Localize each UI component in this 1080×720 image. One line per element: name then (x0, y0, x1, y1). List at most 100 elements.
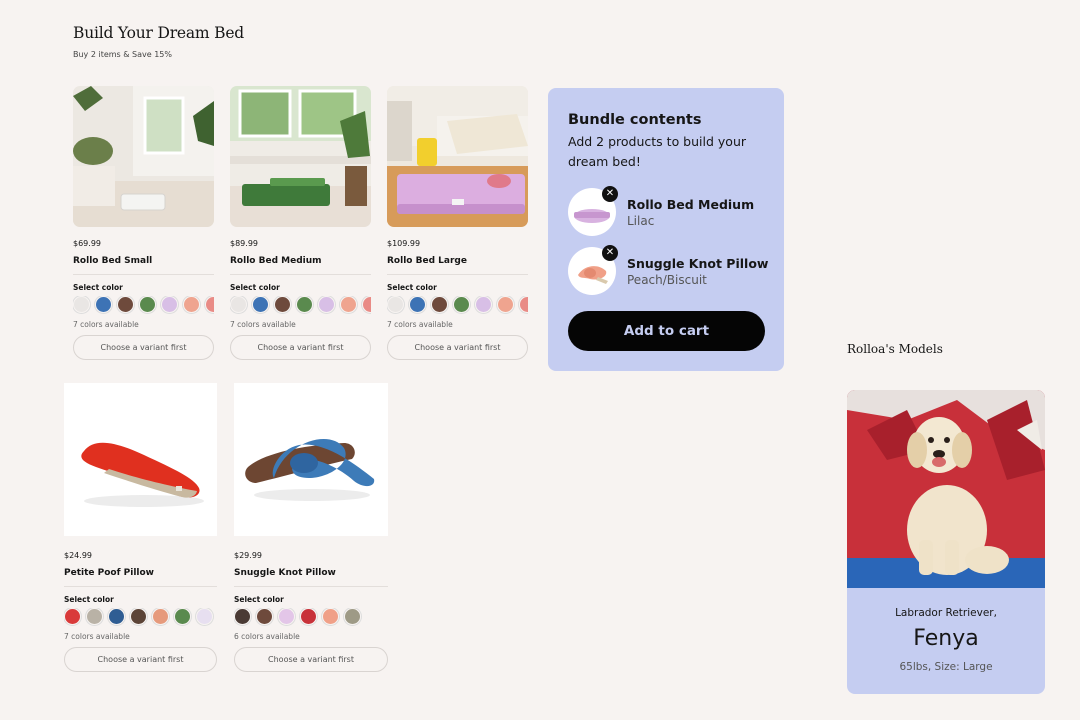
divider (387, 274, 528, 275)
color-swatch[interactable] (278, 608, 295, 625)
color-swatch[interactable] (362, 296, 371, 313)
select-color-label: Select color (234, 595, 284, 604)
color-swatch[interactable] (274, 296, 291, 313)
color-swatch[interactable] (230, 296, 247, 313)
product-price: $89.99 (230, 239, 258, 248)
colors-available: 7 colors available (387, 320, 453, 329)
model-breed: Labrador Retriever, (895, 607, 997, 619)
divider (64, 586, 217, 587)
page-subtitle: Buy 2 items & Save 15% (73, 50, 172, 59)
choose-variant-button[interactable]: Choose a variant first (64, 647, 217, 672)
color-swatches (64, 608, 217, 626)
color-swatch[interactable] (387, 296, 404, 313)
product-name: Snuggle Knot Pillow (234, 568, 336, 578)
product-name: Rollo Bed Small (73, 256, 153, 266)
color-swatch[interactable] (161, 296, 178, 313)
product-image[interactable] (73, 86, 214, 227)
color-swatch[interactable] (519, 296, 528, 313)
product-card-rollo-bed-small: $69.99 Rollo Bed Small Select color 7 co… (73, 86, 214, 360)
colors-available: 7 colors available (230, 320, 296, 329)
color-swatch[interactable] (318, 296, 335, 313)
color-swatch[interactable] (117, 296, 134, 313)
bundle-item-thumbnail: ✕ (568, 186, 618, 236)
choose-variant-button[interactable]: Choose a variant first (387, 335, 528, 360)
color-swatches (234, 608, 388, 626)
models-title: Rolloa's Models (847, 342, 943, 356)
color-swatch[interactable] (409, 296, 426, 313)
color-swatch[interactable] (130, 608, 147, 625)
select-color-label: Select color (387, 283, 437, 292)
color-swatch[interactable] (453, 296, 470, 313)
color-swatch[interactable] (183, 296, 200, 313)
product-price: $24.99 (64, 551, 92, 560)
color-swatch[interactable] (196, 608, 213, 625)
product-card-snuggle-knot-pillow: $29.99 Snuggle Knot Pillow Select color … (234, 383, 388, 672)
add-to-cart-button[interactable]: Add to cart (568, 311, 765, 351)
choose-variant-button[interactable]: Choose a variant first (230, 335, 371, 360)
color-swatch[interactable] (73, 296, 90, 313)
color-swatch[interactable] (205, 296, 214, 313)
remove-item-icon[interactable]: ✕ (602, 245, 618, 261)
product-card-rollo-bed-medium: $89.99 Rollo Bed Medium Select color 7 c… (230, 86, 371, 360)
color-swatch[interactable] (256, 608, 273, 625)
bundle-item-variant: Lilac (627, 213, 655, 228)
product-card-petite-poof-pillow: $24.99 Petite Poof Pillow Select color 7… (64, 383, 217, 672)
color-swatch[interactable] (296, 296, 313, 313)
color-swatch[interactable] (108, 608, 125, 625)
product-image[interactable] (230, 86, 371, 227)
bundle-item-variant: Peach/Biscuit (627, 272, 707, 287)
model-name: Fenya (913, 626, 979, 651)
product-price: $29.99 (234, 551, 262, 560)
color-swatch[interactable] (322, 608, 339, 625)
color-swatches (387, 296, 528, 314)
product-image[interactable] (387, 86, 528, 227)
color-swatch[interactable] (139, 296, 156, 313)
product-name: Rollo Bed Large (387, 256, 467, 266)
model-photo (847, 390, 1045, 588)
remove-item-icon[interactable]: ✕ (602, 186, 618, 202)
choose-variant-button[interactable]: Choose a variant first (73, 335, 214, 360)
bundle-item-thumbnail: ✕ (568, 245, 618, 295)
divider (230, 274, 371, 275)
product-card-rollo-bed-large: $109.99 Rollo Bed Large Select color 7 c… (387, 86, 528, 360)
color-swatch[interactable] (497, 296, 514, 313)
bundle-description: Add 2 products to build your dream bed! (568, 134, 747, 169)
bundle-title: Bundle contents (568, 112, 702, 128)
color-swatch[interactable] (64, 608, 81, 625)
divider (73, 274, 214, 275)
color-swatch[interactable] (475, 296, 492, 313)
bundle-item: ✕ Rollo Bed Medium Lilac (568, 186, 754, 236)
model-card: Labrador Retriever, Fenya 65lbs, Size: L… (847, 390, 1045, 694)
product-image[interactable] (234, 383, 388, 536)
bundle-item-name: Snuggle Knot Pillow (627, 255, 769, 271)
divider (234, 586, 388, 587)
color-swatch[interactable] (152, 608, 169, 625)
color-swatch[interactable] (252, 296, 269, 313)
product-name: Petite Poof Pillow (64, 568, 154, 578)
select-color-label: Select color (73, 283, 123, 292)
color-swatch[interactable] (344, 608, 361, 625)
product-price: $69.99 (73, 239, 101, 248)
color-swatch[interactable] (174, 608, 191, 625)
colors-available: 7 colors available (64, 632, 130, 641)
color-swatch[interactable] (431, 296, 448, 313)
product-price: $109.99 (387, 239, 421, 248)
colors-available: 6 colors available (234, 632, 300, 641)
color-swatch[interactable] (340, 296, 357, 313)
product-name: Rollo Bed Medium (230, 256, 322, 266)
page-title: Build Your Dream Bed (73, 24, 245, 42)
colors-available: 7 colors available (73, 320, 139, 329)
model-stats: 65lbs, Size: Large (899, 661, 993, 673)
choose-variant-button[interactable]: Choose a variant first (234, 647, 388, 672)
color-swatch[interactable] (95, 296, 112, 313)
bundle-panel: Bundle contents Add 2 products to build … (548, 88, 784, 371)
color-swatches (230, 296, 371, 314)
product-image[interactable] (64, 383, 217, 536)
bundle-item: ✕ Snuggle Knot Pillow Peach/Biscuit (568, 245, 769, 295)
color-swatch[interactable] (86, 608, 103, 625)
color-swatch[interactable] (234, 608, 251, 625)
color-swatch[interactable] (300, 608, 317, 625)
select-color-label: Select color (64, 595, 114, 604)
color-swatches (73, 296, 214, 314)
select-color-label: Select color (230, 283, 280, 292)
